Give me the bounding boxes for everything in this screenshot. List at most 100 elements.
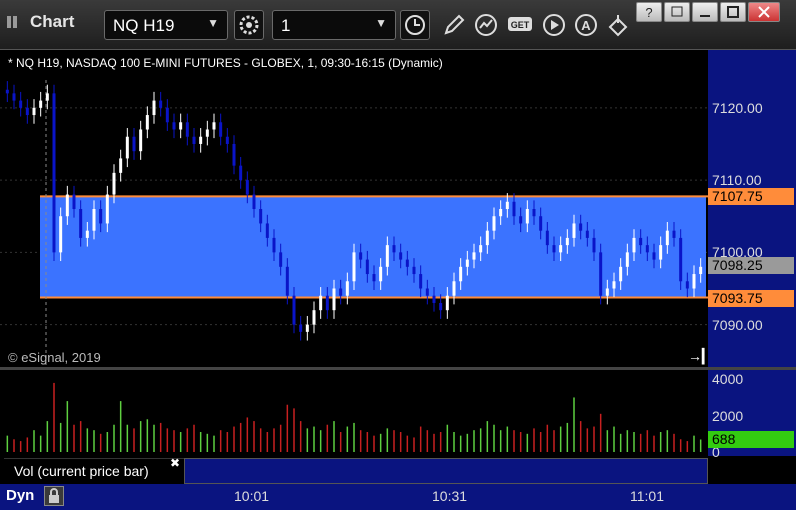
study-icon[interactable] bbox=[472, 11, 500, 39]
candle-body bbox=[592, 237, 596, 253]
candle-body bbox=[565, 237, 569, 246]
minimize-button[interactable] bbox=[692, 2, 718, 22]
candle-body bbox=[219, 122, 223, 137]
candle-body bbox=[439, 302, 443, 311]
help-button[interactable]: ? bbox=[636, 2, 662, 22]
candle-body bbox=[659, 245, 663, 260]
symbol-input[interactable]: NQ H19 ▼ bbox=[104, 10, 228, 40]
alert-icon[interactable]: A bbox=[572, 11, 600, 39]
volume-chart[interactable] bbox=[0, 370, 708, 456]
maximize-button[interactable] bbox=[720, 2, 746, 22]
candle-body bbox=[332, 288, 336, 311]
candle-body bbox=[252, 194, 256, 209]
candle-body bbox=[599, 252, 603, 296]
candle-body bbox=[525, 209, 529, 224]
candle-body bbox=[579, 223, 583, 231]
volume-legend-label: Vol (current price bar) bbox=[14, 463, 149, 479]
candle-body bbox=[399, 252, 403, 260]
candle-body bbox=[145, 115, 149, 130]
candle-body bbox=[299, 324, 303, 332]
interval-input[interactable]: 1 ▼ bbox=[272, 10, 396, 40]
candle-body bbox=[452, 281, 456, 296]
minimize-icon bbox=[700, 15, 710, 17]
candle-body bbox=[272, 237, 276, 253]
candle-body bbox=[159, 100, 163, 108]
candle-body bbox=[39, 100, 43, 108]
candle-body bbox=[239, 165, 243, 181]
chart-window-icon bbox=[7, 16, 17, 28]
candle-body bbox=[519, 216, 523, 224]
candle-body bbox=[172, 122, 176, 130]
restore-button[interactable] bbox=[664, 2, 690, 22]
chevron-down-icon[interactable]: ▼ bbox=[375, 16, 387, 30]
candle-body bbox=[572, 223, 576, 238]
candle-body bbox=[305, 324, 309, 332]
candle-body bbox=[265, 223, 269, 238]
close-icon bbox=[758, 6, 770, 18]
dynamic-mode-label[interactable]: Dyn bbox=[6, 487, 34, 504]
play-icon[interactable] bbox=[540, 11, 568, 39]
help-icon: ? bbox=[645, 5, 652, 20]
candle-body bbox=[625, 252, 629, 267]
volume-label: 4000 bbox=[712, 371, 744, 388]
candle-body bbox=[179, 122, 183, 130]
candle-body bbox=[105, 194, 109, 224]
candle-body bbox=[85, 230, 89, 238]
volume-legend-bar bbox=[184, 458, 708, 484]
svg-text:A: A bbox=[581, 18, 591, 33]
candle-body bbox=[165, 107, 169, 123]
candle-body bbox=[492, 216, 496, 231]
price-label: 7110.00 bbox=[712, 172, 762, 189]
gear-icon bbox=[239, 15, 259, 35]
candle-body bbox=[92, 209, 96, 231]
candle-body bbox=[245, 180, 249, 195]
chevron-down-icon[interactable]: ▼ bbox=[207, 16, 219, 30]
candle-body bbox=[679, 237, 683, 282]
get-data-icon[interactable]: GET bbox=[506, 11, 538, 39]
close-button[interactable] bbox=[748, 2, 780, 22]
time-axis[interactable] bbox=[0, 484, 796, 510]
chart-header: * NQ H19, NASDAQ 100 E-MINI FUTURES - GL… bbox=[8, 56, 443, 70]
volume-pane[interactable] bbox=[0, 370, 708, 456]
symbol-settings-button[interactable] bbox=[234, 10, 264, 40]
link-icon[interactable] bbox=[604, 11, 632, 39]
lock-icon[interactable] bbox=[44, 486, 64, 506]
interval-clock-button[interactable] bbox=[400, 10, 430, 40]
copyright-text: © eSignal, 2019 bbox=[8, 350, 101, 365]
candle-body bbox=[125, 136, 129, 159]
candle-body bbox=[192, 136, 196, 144]
candle-body bbox=[119, 158, 123, 173]
candle-body bbox=[699, 266, 703, 275]
volume-legend[interactable]: Vol (current price bar) bbox=[4, 458, 184, 484]
candle-body bbox=[352, 252, 356, 282]
candle-body bbox=[585, 230, 589, 238]
candle-body bbox=[72, 194, 76, 209]
candle-body bbox=[485, 230, 489, 246]
candle-body bbox=[345, 281, 349, 296]
candle-body bbox=[619, 266, 623, 282]
lock-glyph bbox=[49, 488, 59, 503]
candle-body bbox=[319, 295, 323, 311]
time-label: 10:01 bbox=[234, 488, 270, 504]
scroll-to-end-icon[interactable]: →▎ bbox=[688, 348, 713, 365]
symbol-value: NQ H19 bbox=[113, 16, 175, 35]
candle-body bbox=[385, 245, 389, 267]
candle-body bbox=[12, 93, 16, 101]
price-label: 7090.00 bbox=[712, 316, 763, 333]
candle-body bbox=[339, 288, 343, 296]
pencil-icon[interactable] bbox=[440, 11, 468, 39]
candle-body bbox=[685, 281, 689, 289]
restore-icon bbox=[671, 6, 683, 17]
current-volume-tag: 688 bbox=[708, 431, 794, 449]
candle-body bbox=[259, 209, 263, 224]
candle-body bbox=[419, 274, 423, 289]
candle-body bbox=[499, 209, 503, 217]
candle-body bbox=[545, 230, 549, 246]
price-chart[interactable] bbox=[0, 50, 708, 368]
candle-body bbox=[285, 266, 289, 296]
volume-label: 2000 bbox=[712, 407, 744, 424]
candle-body bbox=[225, 136, 229, 144]
close-icon[interactable]: ✖ bbox=[170, 456, 180, 470]
candle-body bbox=[605, 288, 609, 296]
price-pane[interactable] bbox=[0, 50, 708, 368]
